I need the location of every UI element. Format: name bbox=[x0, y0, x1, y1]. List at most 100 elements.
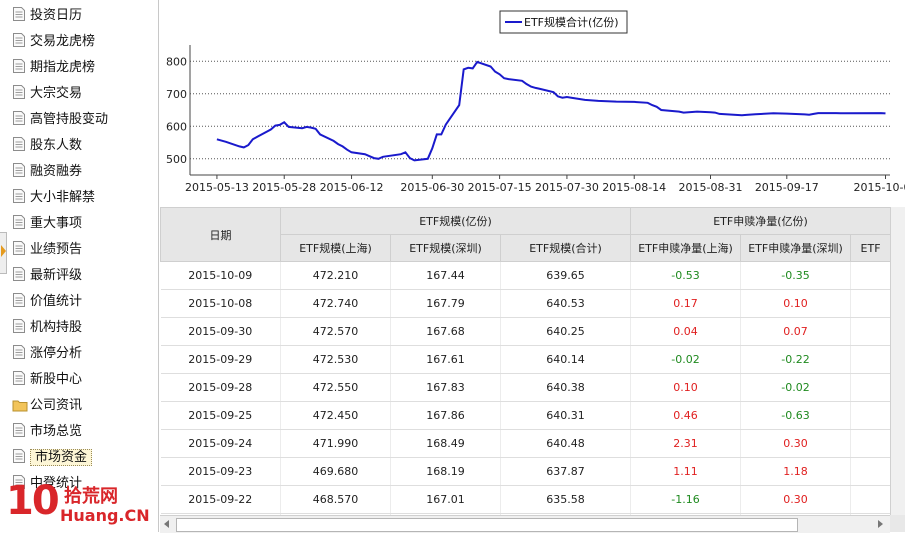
sidebar-item[interactable]: 市场资金 bbox=[12, 447, 93, 469]
sidebar-item[interactable]: 最新评级 bbox=[12, 265, 82, 287]
table-row[interactable]: 2015-09-29 472.530 167.61 640.14 -0.02 -0.22 bbox=[160, 345, 890, 374]
column-header[interactable]: ETF bbox=[850, 234, 890, 262]
sidebar-item[interactable]: 公司资讯 bbox=[12, 395, 82, 417]
sidebar-item[interactable]: 涨停分析 bbox=[12, 343, 82, 365]
table-cell-net_sh: -1.16 bbox=[630, 485, 742, 514]
table-cell-overflow bbox=[850, 317, 890, 346]
site-logo: 10 拾荒网 Huang.CN bbox=[4, 478, 154, 532]
logo-number: 10 bbox=[6, 478, 60, 524]
table-cell-sz: 167.83 bbox=[390, 373, 501, 402]
arrow-right-icon bbox=[1, 245, 6, 257]
x-tick-label: 2015-10-09 bbox=[854, 181, 905, 194]
table-cell-net_sz: 1.18 bbox=[740, 457, 852, 486]
x-tick-label: 2015-07-30 bbox=[535, 181, 599, 194]
table-cell-overflow bbox=[850, 429, 890, 458]
sidebar-item[interactable]: 市场总览 bbox=[12, 421, 82, 443]
document-icon bbox=[12, 266, 26, 282]
table-cell-sz: 167.86 bbox=[390, 401, 501, 430]
sidebar-item[interactable]: 融资融券 bbox=[12, 161, 82, 183]
table-cell-total: 637.87 bbox=[500, 457, 632, 486]
document-icon bbox=[12, 188, 26, 204]
group-header: ETF申赎净量(亿份) bbox=[630, 207, 890, 235]
table-cell-total: 640.31 bbox=[500, 401, 632, 430]
sidebar-item-label: 大小非解禁 bbox=[30, 190, 96, 205]
table-cell-date: 2015-09-30 bbox=[160, 317, 281, 346]
y-tick-label: 600 bbox=[166, 120, 187, 133]
sidebar-item[interactable]: 高管持股变动 bbox=[12, 109, 108, 131]
document-icon bbox=[12, 240, 26, 256]
document-icon bbox=[12, 344, 26, 360]
document-icon bbox=[12, 58, 26, 74]
sidebar-item[interactable]: 大宗交易 bbox=[12, 83, 82, 105]
sidebar-splitter-handle[interactable] bbox=[0, 232, 7, 274]
table-cell-net_sz: 0.10 bbox=[740, 289, 852, 318]
table-cell-net_sh: 1.11 bbox=[630, 457, 742, 486]
sidebar-item[interactable]: 业绩预告 bbox=[12, 239, 82, 261]
table-row[interactable]: 2015-09-23 469.680 168.19 637.87 1.11 1.18 bbox=[160, 457, 890, 486]
table-row[interactable]: 2015-09-24 471.990 168.49 640.48 2.31 0.30 bbox=[160, 429, 890, 458]
table-row[interactable]: 2015-09-22 468.570 167.01 635.58 -1.16 0.30 bbox=[160, 485, 890, 514]
sidebar-item[interactable]: 机构持股 bbox=[12, 317, 82, 339]
document-icon bbox=[12, 110, 26, 126]
scroll-left-icon[interactable] bbox=[164, 520, 169, 528]
column-header[interactable]: ETF规模(上海) bbox=[280, 234, 391, 262]
table-cell-net_sh: 0.10 bbox=[630, 373, 742, 402]
y-tick-label: 700 bbox=[166, 88, 187, 101]
table-cell-date: 2015-09-23 bbox=[160, 457, 281, 486]
column-header[interactable]: ETF申赎净量(上海) bbox=[630, 234, 742, 262]
sidebar-item[interactable]: 交易龙虎榜 bbox=[12, 31, 95, 53]
table-cell-total: 640.14 bbox=[500, 345, 632, 374]
scroll-right-icon[interactable] bbox=[878, 520, 883, 528]
sidebar-nav: 投资日历交易龙虎榜期指龙虎榜大宗交易高管持股变动股东人数融资融券大小非解禁重大事… bbox=[0, 0, 159, 532]
table-cell-overflow bbox=[850, 289, 890, 318]
table-cell-overflow bbox=[850, 485, 890, 514]
table-cell-total: 640.48 bbox=[500, 429, 632, 458]
table-cell-sh: 471.990 bbox=[280, 429, 391, 458]
sidebar-item[interactable]: 期指龙虎榜 bbox=[12, 57, 95, 79]
table-row[interactable]: 2015-09-30 472.570 167.68 640.25 0.04 0.07 bbox=[160, 317, 890, 346]
table-cell-net_sh: -0.53 bbox=[630, 261, 742, 290]
x-tick-label: 2015-07-15 bbox=[468, 181, 532, 194]
sidebar-item-label: 公司资讯 bbox=[30, 398, 83, 413]
table-row[interactable]: 2015-09-25 472.450 167.86 640.31 0.46 -0.63 bbox=[160, 401, 890, 430]
table-cell-date: 2015-09-24 bbox=[160, 429, 281, 458]
table-cell-net_sh: 0.17 bbox=[630, 289, 742, 318]
x-tick-label: 2015-08-14 bbox=[602, 181, 666, 194]
sidebar-item[interactable]: 重大事项 bbox=[12, 213, 82, 235]
table-cell-sz: 167.01 bbox=[390, 485, 501, 514]
scroll-thumb[interactable] bbox=[176, 518, 798, 532]
sidebar-item-label: 投资日历 bbox=[30, 8, 83, 23]
column-header[interactable]: ETF规模(深圳) bbox=[390, 234, 501, 262]
table-cell-net_sh: 0.04 bbox=[630, 317, 742, 346]
vertical-scrollbar[interactable] bbox=[890, 207, 905, 515]
y-tick-label: 800 bbox=[166, 55, 187, 68]
group-header: ETF规模(亿份) bbox=[279, 207, 632, 235]
sidebar-item[interactable]: 投资日历 bbox=[12, 5, 82, 27]
table-cell-sz: 168.19 bbox=[390, 457, 501, 486]
table-cell-sh: 472.740 bbox=[280, 289, 391, 318]
x-tick-label: 2015-06-12 bbox=[320, 181, 384, 194]
table-cell-sz: 168.49 bbox=[390, 429, 501, 458]
table-row[interactable]: 2015-10-09 472.210 167.44 639.65 -0.53 -0.35 bbox=[160, 261, 890, 290]
table-cell-sh: 468.570 bbox=[280, 485, 391, 514]
table-row[interactable]: 2015-09-28 472.550 167.83 640.38 0.10 -0.02 bbox=[160, 373, 890, 402]
table-cell-net_sh: 0.46 bbox=[630, 401, 742, 430]
document-icon bbox=[12, 292, 26, 308]
table-cell-total: 640.38 bbox=[500, 373, 632, 402]
table-cell-date: 2015-09-25 bbox=[160, 401, 281, 430]
column-header[interactable]: ETF申赎净量(深圳) bbox=[740, 234, 852, 262]
horizontal-scrollbar[interactable] bbox=[160, 515, 890, 533]
sidebar-item[interactable]: 新股中心 bbox=[12, 369, 82, 391]
sidebar-item-label: 融资融券 bbox=[30, 164, 83, 179]
column-header[interactable]: ETF规模(合计) bbox=[499, 234, 632, 262]
group-header: 日期 bbox=[160, 207, 281, 262]
sidebar-item[interactable]: 价值统计 bbox=[12, 291, 82, 313]
table-row[interactable]: 2015-10-08 472.740 167.79 640.53 0.17 0.10 bbox=[160, 289, 890, 318]
sidebar-item[interactable]: 大小非解禁 bbox=[12, 187, 95, 209]
sidebar-item-label: 股东人数 bbox=[30, 138, 83, 153]
scrollbar-corner bbox=[890, 515, 905, 532]
table-cell-sh: 472.530 bbox=[280, 345, 391, 374]
sidebar-item[interactable]: 股东人数 bbox=[12, 135, 82, 157]
sidebar-item-label: 交易龙虎榜 bbox=[30, 34, 96, 49]
document-icon bbox=[12, 32, 26, 48]
